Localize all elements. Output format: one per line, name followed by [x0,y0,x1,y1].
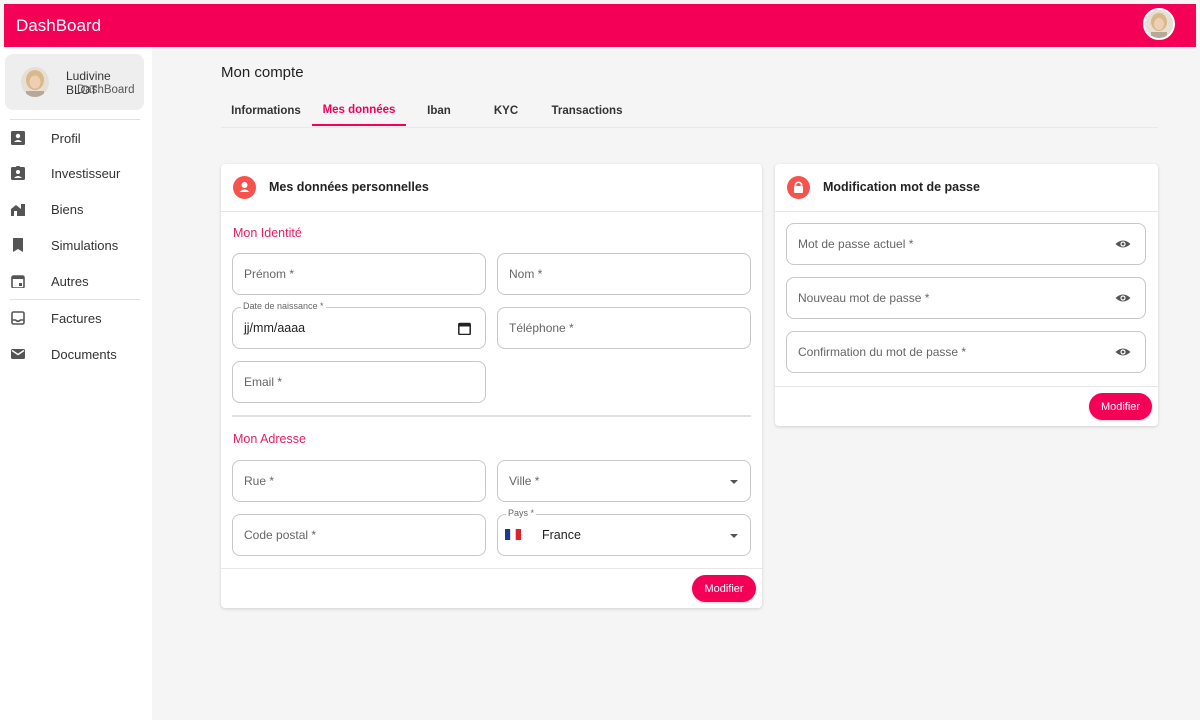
sidebar-item-investisseur[interactable]: Investisseur [0,156,152,190]
chevron-down-icon [730,480,738,484]
user-card[interactable]: Ludivine BLOT DashBoard [5,54,144,110]
card-header: Mes données personnelles [221,164,762,212]
eye-icon[interactable] [1115,292,1131,304]
inbox-icon [11,311,25,325]
firstname-field[interactable]: Prénom * [232,253,486,295]
save-personal-button[interactable]: Modifier [692,575,756,602]
tab-iban[interactable]: Iban [413,95,465,126]
lastname-field[interactable]: Nom * [497,253,751,295]
sidebar-item-label: Documents [51,346,117,362]
personal-data-card: Mes données personnelles Mon Identité Pr… [221,164,762,608]
sidebar-item-factures[interactable]: Factures [0,301,152,335]
sidebar-divider [10,299,140,300]
sidebar-item-label: Factures [51,310,102,326]
sidebar: Ludivine BLOT DashBoard Profil Investiss… [0,47,152,720]
app-bar: DashBoard [4,4,1196,47]
sidebar-item-label: Autres [51,273,89,289]
postal-code-label: Code postal * [244,528,317,542]
card-title: Modification mot de passe [823,180,980,194]
sidebar-item-profil[interactable]: Profil [0,121,152,155]
identity-section-title: Mon Identité [233,226,302,240]
birthdate-label: Date de naissance * [241,301,326,311]
password-card: Modification mot de passe Mot de passe a… [775,164,1158,426]
assignment-ind-icon [11,166,25,180]
sidebar-item-autres[interactable]: Autres [0,264,152,298]
email-label: Email * [244,375,283,389]
mail-icon [11,349,25,359]
tab-bar: Informations Mes données Iban KYC Transa… [221,95,1158,128]
confirm-password-label: Confirmation du mot de passe * [798,345,967,359]
sidebar-item-biens[interactable]: Biens [0,192,152,226]
tab-transactions[interactable]: Transactions [545,95,629,126]
person-icon [233,176,256,199]
user-avatar-button[interactable] [1143,8,1175,40]
avatar [21,67,49,97]
birthdate-field[interactable]: Date de naissance * jj/mm/aaaa [232,301,486,349]
country-label: Pays * [506,508,537,518]
city-label: Ville * [509,474,540,488]
eye-icon[interactable] [1115,346,1131,358]
user-role: DashBoard [77,84,135,96]
sidebar-item-label: Simulations [51,237,119,253]
page-title: Mon compte [221,64,304,81]
email-field[interactable]: Email * [232,361,486,403]
save-password-button[interactable]: Modifier [1089,393,1152,420]
card-header: Modification mot de passe [775,164,1158,212]
birthdate-value: jj/mm/aaaa [244,321,306,335]
sidebar-item-simulations[interactable]: Simulations [0,228,152,262]
postal-code-field[interactable]: Code postal * [232,514,486,556]
eye-icon[interactable] [1115,238,1131,250]
account-box-icon [11,131,25,145]
new-password-label: Nouveau mot de passe * [798,291,930,305]
calendar-icon[interactable] [458,322,471,335]
bookmark-icon [13,238,23,252]
france-flag-icon [505,529,521,540]
card-title: Mes données personnelles [269,180,429,194]
chevron-down-icon [730,534,738,538]
new-password-field[interactable]: Nouveau mot de passe * [786,277,1146,319]
current-password-field[interactable]: Mot de passe actuel * [786,223,1146,265]
country-select[interactable]: Pays * France [497,508,751,556]
city-select[interactable]: Ville * [497,460,751,502]
street-field[interactable]: Rue * [232,460,486,502]
sidebar-item-documents[interactable]: Documents [0,337,152,371]
house-icon [11,204,25,216]
confirm-password-field[interactable]: Confirmation du mot de passe * [786,331,1146,373]
card-footer-divider [775,386,1158,387]
lastname-label: Nom * [509,267,543,281]
tab-kyc[interactable]: KYC [479,95,533,126]
section-divider [232,415,751,417]
firstname-label: Prénom * [244,267,295,281]
app-brand[interactable]: DashBoard [16,16,101,36]
sidebar-item-label: Biens [51,201,84,217]
street-label: Rue * [244,474,275,488]
sidebar-item-label: Investisseur [51,165,121,181]
phone-label: Téléphone * [509,321,574,335]
tab-mes-donnees[interactable]: Mes données [312,95,406,126]
lock-icon [787,176,810,199]
country-value: France [542,528,581,542]
sidebar-divider [10,119,140,120]
sidebar-item-label: Profil [51,130,81,146]
card-footer-divider [221,568,762,569]
tab-informations[interactable]: Informations [221,95,311,126]
calendar-icon [11,275,25,288]
phone-field[interactable]: Téléphone * [497,307,751,349]
current-password-label: Mot de passe actuel * [798,237,914,251]
address-section-title: Mon Adresse [233,432,306,446]
